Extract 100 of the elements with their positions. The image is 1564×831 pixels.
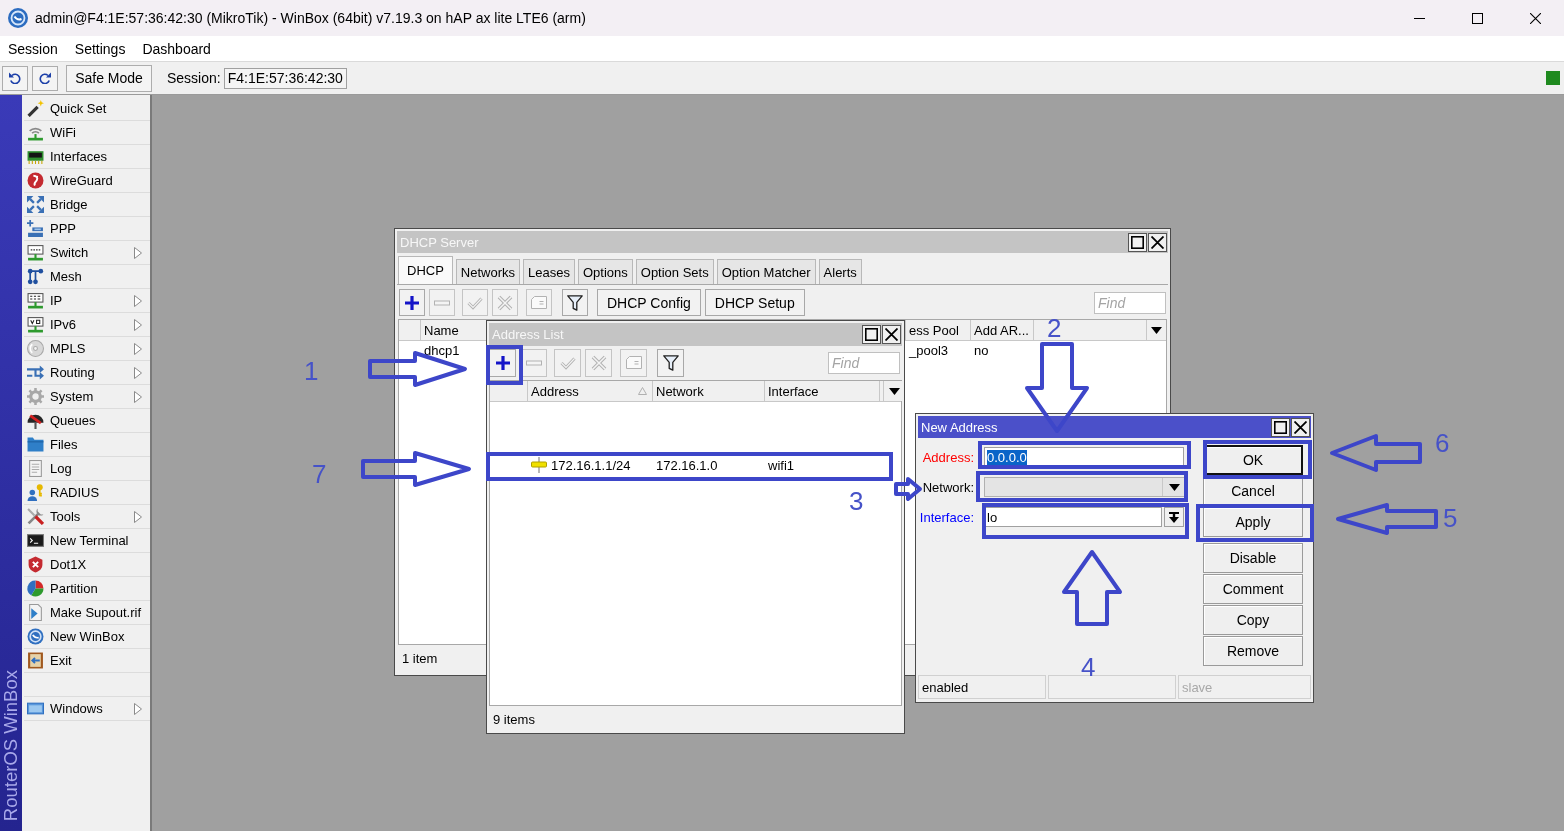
step-number: 6	[1435, 430, 1450, 456]
table-cell: _pool3	[909, 342, 949, 358]
wand-icon	[27, 100, 44, 117]
sidebar-item[interactable]: Dot1X	[24, 553, 150, 577]
table-cell: wifi1	[768, 457, 794, 473]
sidebar-item[interactable]: New Terminal	[24, 529, 150, 553]
filter-button[interactable]	[657, 349, 684, 377]
logo-icon	[27, 628, 44, 645]
sidebar-item[interactable]: Files	[24, 433, 150, 457]
terminal-icon	[27, 532, 44, 549]
redo-button[interactable]	[32, 65, 58, 91]
sidebar-item[interactable]: Interfaces	[24, 145, 150, 169]
maximize-icon	[865, 328, 878, 341]
sidebar-item[interactable]: Quick Set	[24, 97, 150, 121]
dropdown-button[interactable]	[1164, 507, 1184, 527]
close-icon	[885, 328, 898, 341]
safe-mode-button[interactable]: Safe Mode	[66, 64, 152, 92]
column-header[interactable]: Add AR...	[974, 322, 1029, 338]
tab[interactable]: Option Matcher	[716, 259, 816, 284]
sidebar-item[interactable]: PPP	[24, 217, 150, 241]
monitor-icon	[27, 316, 44, 333]
sidebar-item[interactable]: Make Supout.rif	[24, 601, 150, 625]
redo-icon	[39, 72, 51, 84]
tab[interactable]: Networks	[455, 259, 521, 284]
dialog-button[interactable]: Apply	[1203, 507, 1303, 537]
toolbar-button[interactable]: DHCP Config	[597, 289, 701, 316]
minimize-icon	[1413, 17, 1425, 19]
filter-button[interactable]	[562, 289, 588, 316]
sidebar-item[interactable]: Bridge	[24, 193, 150, 217]
sidebar-item[interactable]: System	[24, 385, 150, 409]
down-arrow-bar-icon	[1169, 511, 1179, 523]
maximize-icon	[1274, 420, 1287, 434]
text-field[interactable]: 0.0.0.0	[984, 447, 1184, 467]
text-field[interactable]: lo	[984, 507, 1162, 527]
sidebar-item[interactable]: New WinBox	[24, 625, 150, 649]
find-field[interactable]: Find	[1094, 291, 1166, 314]
add-button[interactable]	[399, 289, 425, 316]
cross-icon	[497, 294, 513, 311]
sidebar-item[interactable]: Windows	[24, 697, 150, 721]
column-header[interactable]: Interface	[768, 383, 819, 399]
close-button[interactable]	[882, 325, 901, 344]
sidebar-item[interactable]: Exit	[24, 649, 150, 673]
toolbar-button[interactable]: DHCP Setup	[704, 289, 805, 316]
brand-text: RouterOS WinBox	[0, 669, 22, 821]
dropdown-arrow-icon	[888, 387, 900, 395]
column-header[interactable]: ess Pool	[909, 322, 959, 338]
dialog-button[interactable]: Disable	[1203, 543, 1303, 573]
pie-chart-icon	[27, 580, 44, 597]
sidebar-item[interactable]: Switch	[24, 241, 150, 265]
door-icon	[27, 652, 44, 669]
column-header[interactable]: Name	[424, 322, 459, 338]
column-header[interactable]: Address	[531, 383, 579, 399]
crossed-arrows-icon	[27, 196, 44, 213]
maximize-button[interactable]	[1128, 232, 1147, 252]
sidebar-item[interactable]: MPLS	[24, 337, 150, 361]
sidebar-item[interactable]: IP	[24, 289, 150, 313]
tab[interactable]: Leases	[523, 259, 575, 284]
close-button[interactable]	[1291, 417, 1310, 437]
cross-icon	[590, 355, 607, 371]
tab[interactable]: Options	[577, 259, 633, 284]
network-device-icon	[27, 244, 44, 261]
field-label: Interface:	[918, 509, 974, 525]
check-icon	[559, 355, 576, 371]
dialog-button[interactable]: Remove	[1203, 636, 1303, 666]
table-cell: dhcp1	[424, 342, 460, 358]
tab[interactable]: DHCP	[398, 256, 453, 284]
network-card-icon	[27, 148, 44, 165]
sidebar-item[interactable]: Routing	[24, 361, 150, 385]
tab[interactable]: Option Sets	[635, 259, 714, 284]
close-button[interactable]	[1148, 232, 1167, 252]
dialog-button[interactable]: Copy	[1203, 605, 1303, 635]
add-button[interactable]	[489, 349, 516, 377]
emblem-icon	[27, 172, 44, 189]
sidebar-item[interactable]: Queues	[24, 409, 150, 433]
sidebar-item[interactable]: IPv6	[24, 313, 150, 337]
table-cell: 172.16.1.0	[656, 457, 718, 473]
step-number: 7	[312, 461, 327, 487]
routing-arrows-icon	[27, 364, 44, 381]
undo-button[interactable]	[2, 65, 28, 91]
sidebar-item[interactable]: WireGuard	[24, 169, 150, 193]
session-field[interactable]: F4:1E:57:36:42:30	[223, 67, 347, 89]
find-field[interactable]: Find	[828, 352, 900, 374]
field-label: Network:	[921, 479, 974, 495]
tab[interactable]: Alerts	[818, 259, 862, 284]
dialog-button[interactable]: Comment	[1203, 574, 1303, 604]
menu-item[interactable]: Settings	[66, 36, 135, 61]
sidebar-item[interactable]: WiFi	[24, 121, 150, 145]
sidebar-item[interactable]: RADIUS	[24, 481, 150, 505]
sidebar-item[interactable]: Mesh	[24, 265, 150, 289]
menu-item[interactable]: Dashboard	[134, 36, 220, 61]
maximize-button[interactable]	[862, 325, 881, 344]
column-header[interactable]: Network	[656, 383, 704, 399]
table-cell: 172.16.1.1/24	[551, 457, 631, 473]
tools-icon	[27, 508, 44, 525]
step-number: 3	[849, 488, 864, 514]
sidebar-item[interactable]: Log	[24, 457, 150, 481]
menu-item[interactable]: Session	[0, 36, 67, 61]
maximize-button[interactable]	[1271, 417, 1290, 437]
sidebar-item[interactable]: Tools	[24, 505, 150, 529]
sidebar-item[interactable]: Partition	[24, 577, 150, 601]
